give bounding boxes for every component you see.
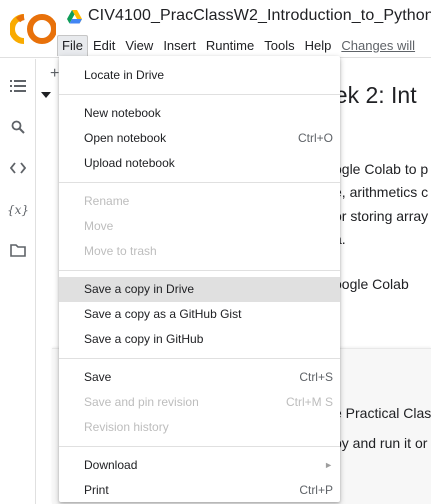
header-bar: CIV4100_PracClassW2_Introduction_to_Pyth… [0, 0, 431, 58]
menu-divider [59, 94, 340, 95]
variables-icon[interactable]: {x} [7, 201, 29, 219]
menu-runtime[interactable]: Runtime [201, 35, 259, 56]
menu-view[interactable]: View [120, 35, 158, 56]
menu-bar: File Edit View Insert Runtime Tools Help… [57, 34, 420, 56]
menu-item-save-copy-in-github[interactable]: Save a copy in GitHub [59, 327, 340, 352]
menu-item-move-to-trash: Move to trash [84, 244, 157, 258]
text-line: ogle Colab to p [334, 161, 429, 177]
shortcut-label: Ctrl+S [299, 370, 333, 384]
menu-help[interactable]: Help [300, 35, 337, 56]
menu-tools[interactable]: Tools [259, 35, 299, 56]
menu-divider [59, 446, 340, 447]
menu-edit[interactable]: Edit [88, 35, 120, 56]
menu-file[interactable]: File [57, 34, 88, 56]
menu-item-new-notebook[interactable]: New notebook [59, 101, 340, 126]
menu-item-open-notebook[interactable]: Open notebook Ctrl+O [59, 126, 340, 151]
text-line: e Practical Clas [334, 405, 431, 421]
notebook-title[interactable]: CIV4100_PracClassW2_Introduction_to_Pyth… [88, 7, 431, 25]
menu-item-revision-history: Revision history [84, 420, 169, 434]
menu-item-rename: Rename [84, 194, 130, 208]
menu-item-move: Move [84, 219, 114, 233]
folder-icon[interactable] [9, 241, 27, 259]
file-menu-dropdown: Locate in Drive New notebook Open notebo… [59, 56, 340, 502]
changes-link[interactable]: Changes will [336, 35, 420, 56]
search-icon[interactable] [9, 118, 27, 136]
menu-item-upload-notebook[interactable]: Upload notebook [59, 151, 340, 176]
shortcut-label: Ctrl+P [299, 483, 333, 497]
list-icon[interactable] [9, 77, 27, 95]
menu-item-print[interactable]: Print Ctrl+P [59, 478, 340, 503]
text-line: e, arithmetics c [334, 184, 429, 200]
menu-item-save-and-pin-revision: Save and pin revision Ctrl+M S [59, 390, 340, 415]
menu-item-locate-in-drive[interactable]: Locate in Drive [59, 63, 340, 88]
menu-divider [59, 270, 340, 271]
submenu-arrow-icon: ► [324, 460, 333, 470]
add-cell-button[interactable]: + [50, 65, 59, 83]
menu-item-save[interactable]: Save Ctrl+S [59, 365, 340, 390]
menu-item-save-copy-in-drive[interactable]: Save a copy in Drive [59, 277, 340, 302]
menu-divider [59, 182, 340, 183]
collapse-arrow-icon[interactable] [41, 92, 51, 98]
menu-divider [59, 358, 340, 359]
menu-item-save-copy-github-gist[interactable]: Save a copy as a GitHub Gist [59, 302, 340, 327]
colab-logo[interactable] [10, 9, 56, 49]
left-sidebar: {x} [0, 59, 36, 504]
shortcut-label: Ctrl+O [297, 131, 333, 145]
text-line: or storing array [334, 208, 429, 224]
text-line: oogle Colab [334, 276, 409, 292]
text-line: py and run it or [334, 435, 428, 451]
shortcut-label: Ctrl+M S [285, 395, 333, 409]
menu-item-download[interactable]: Download ► [59, 453, 340, 478]
code-icon[interactable] [9, 159, 27, 177]
menu-insert[interactable]: Insert [158, 35, 201, 56]
drive-icon[interactable] [67, 10, 82, 24]
